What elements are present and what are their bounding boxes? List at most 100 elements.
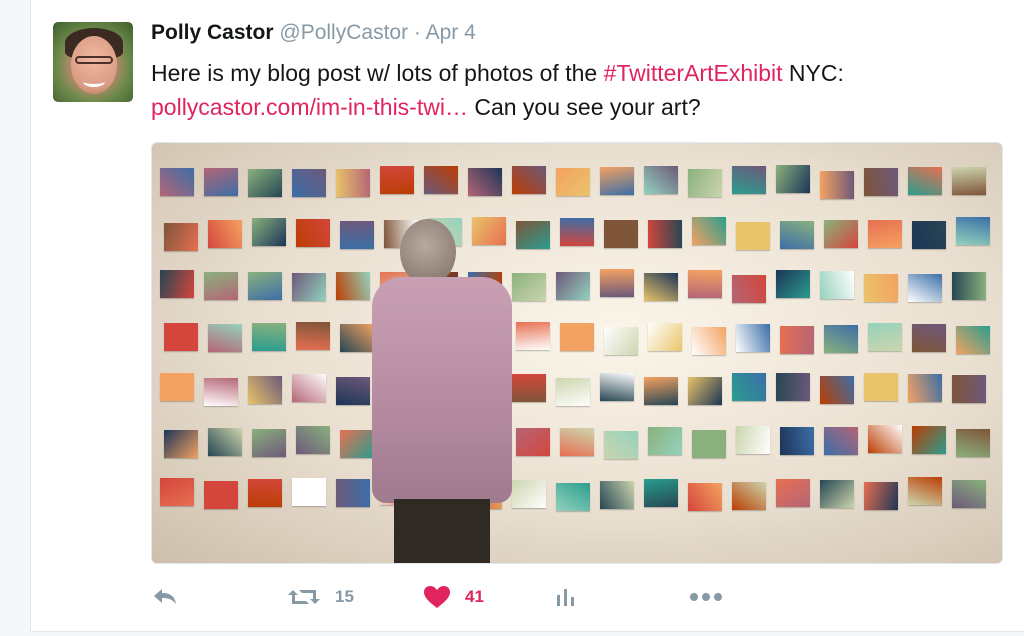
artwork-tile [732,481,766,510]
artwork-tile [248,478,282,507]
artwork-tile [908,373,942,402]
artwork-tile [296,218,330,247]
artwork-tile [908,166,942,195]
artwork-tile [560,218,594,246]
artwork-tile [160,270,194,299]
artwork-tile [908,477,942,506]
artwork-tile [516,427,550,456]
tweet-text: Here is my blog post w/ lots of photos o… [151,56,1011,124]
like-count: 41 [465,587,484,606]
author-name[interactable]: Polly Castor [151,21,274,44]
artwork-tile [204,480,238,509]
artwork-tile [208,427,242,456]
retweet-icon [287,586,321,608]
artwork-tile [292,478,326,507]
visitor-legs [394,499,490,563]
artwork-tile [208,220,242,249]
artwork-tile [736,324,770,353]
artwork-tile [956,428,990,457]
tweet-actions: 15 41 [151,582,751,612]
artwork-tile [820,376,854,405]
artwork-tile [692,217,726,246]
artwork-tile [248,375,282,404]
artwork-tile [732,165,766,194]
reply-button[interactable] [151,582,179,612]
artwork-tile [560,322,594,351]
url-link[interactable]: pollycastor.com/im-in-this-twi… [151,94,468,120]
artwork-tile [336,169,370,198]
artwork-tile [736,221,770,250]
artwork-tile [952,479,986,508]
visitor-head [400,219,456,285]
artwork-tile [292,272,326,301]
artwork-tile [956,326,990,355]
artwork-tile [248,168,282,197]
artwork-tile [292,168,326,197]
artwork-tile [204,271,238,300]
artwork-tile [864,373,898,402]
artwork-tile [560,427,594,456]
visitor-torso [372,277,512,503]
artwork-tile [160,373,194,402]
artwork-tile [688,482,722,511]
artwork-tile [604,326,638,355]
artwork-tile [164,222,198,251]
avatar[interactable] [53,22,133,102]
avatar-smile [83,76,105,87]
artwork-tile [912,221,946,250]
artwork-tile [688,270,722,299]
artwork-tile [204,167,238,196]
artwork-tile [512,272,546,301]
artwork-tile [644,166,678,195]
tweet-media-photo[interactable] [151,142,1003,564]
artwork-tile [736,426,770,455]
artwork-tile [824,324,858,353]
artwork-tile [776,270,810,299]
artwork-tile [912,426,946,455]
artwork-tile [648,219,682,248]
tweet-card[interactable]: Polly Castor @PollyCastor · Apr 4 Here i… [30,0,1024,632]
artwork-tile [692,430,726,459]
artwork-tile [252,428,286,457]
artwork-tile [604,220,638,249]
more-button[interactable] [689,582,723,612]
artwork-tile [648,322,682,351]
artwork-tile [864,273,898,302]
artwork-tile [824,219,858,248]
analytics-icon [555,586,577,608]
artwork-tile [516,220,550,249]
artwork-tile [296,321,330,350]
artwork-tile [648,426,682,455]
artwork-tile [516,321,550,350]
artwork-tile [164,430,198,459]
artwork-tile [732,373,766,402]
artwork-tile [644,272,678,301]
artwork-tile [864,167,898,196]
artwork-tile [732,274,766,303]
artwork-tile [600,373,634,402]
artwork-tile [688,168,722,197]
artwork-tile [512,166,546,195]
like-button[interactable]: 41 [423,582,484,612]
artwork-tile [868,323,902,352]
artwork-tile [956,217,990,246]
author-handle[interactable]: @PollyCastor [279,21,408,44]
hashtag-link[interactable]: #TwitterArtExhibit [604,60,783,86]
artwork-grid [160,165,994,543]
artwork-tile [780,220,814,249]
artwork-tile [692,326,726,355]
tweet-text-part-2: NYC: [782,60,844,86]
artwork-tile [556,482,590,511]
retweet-button[interactable]: 15 [287,582,354,612]
separator-dot: · [413,21,421,44]
tweet-text-part-1: Here is my blog post w/ lots of photos o… [151,60,604,86]
artwork-tile [912,323,946,352]
artwork-tile [864,482,898,510]
tweet-date[interactable]: Apr 4 [426,21,476,44]
artwork-tile [604,430,638,459]
artwork-tile [952,271,986,300]
artwork-tile [820,170,854,199]
visitor-figure [364,219,514,563]
artwork-tile [248,272,282,301]
analytics-button[interactable] [555,582,577,612]
